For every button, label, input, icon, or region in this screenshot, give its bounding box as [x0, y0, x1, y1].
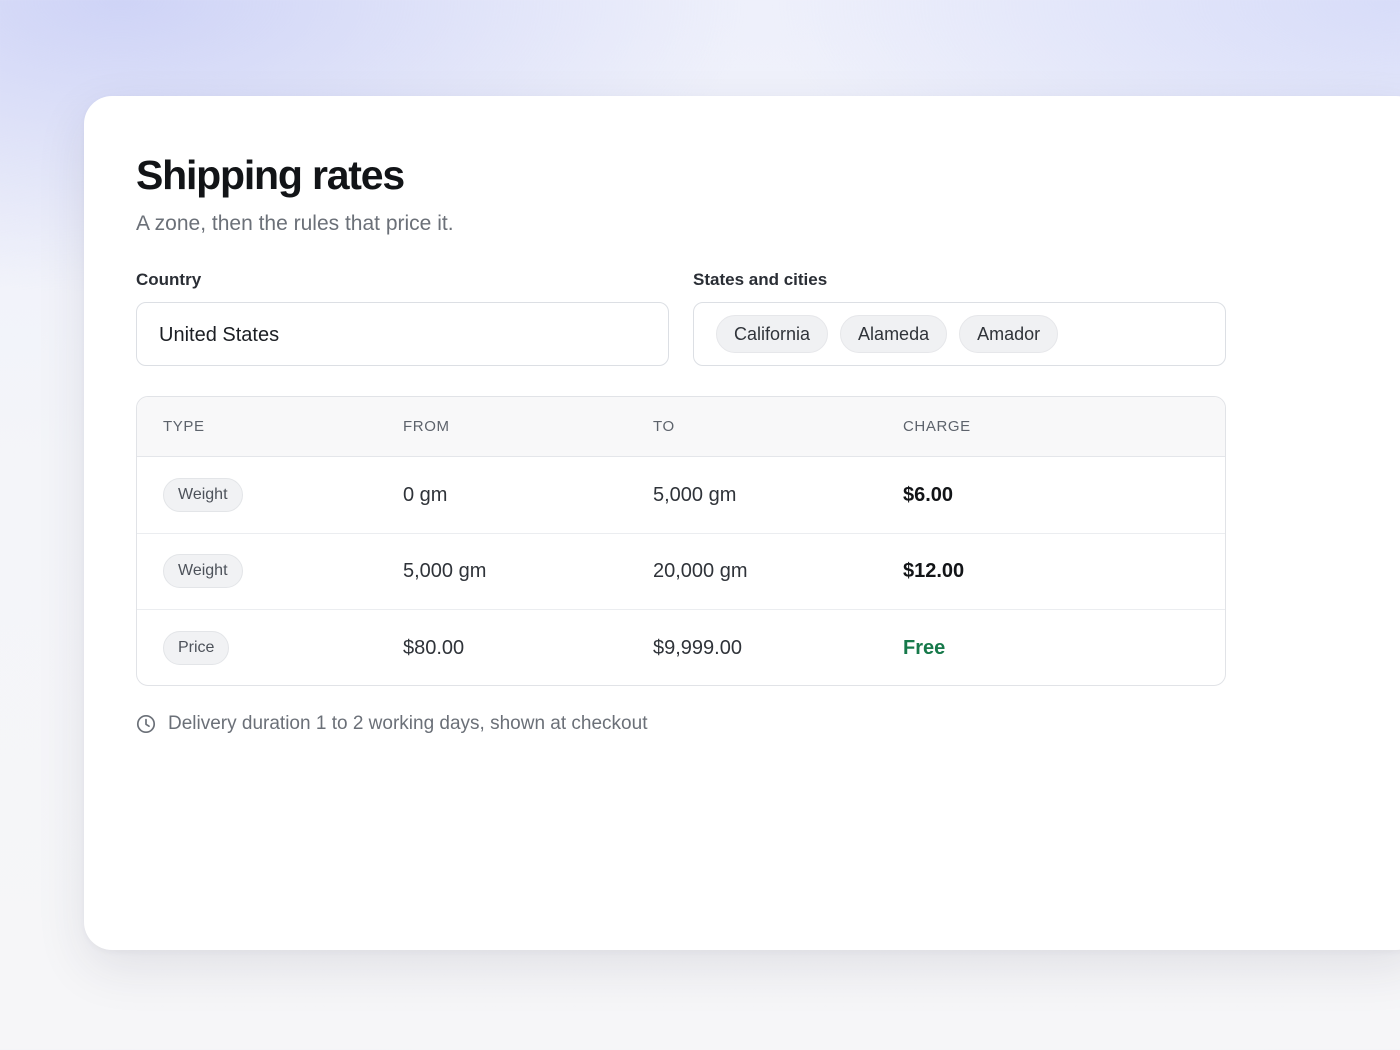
type-badge: Price [163, 631, 230, 666]
to-cell: $9,999.00 [653, 637, 742, 660]
to-cell: 5,000 gm [653, 483, 737, 506]
shipping-rates-card: Shipping rates A zone, then the rules th… [84, 96, 1400, 950]
from-cell: 0 gm [403, 483, 448, 506]
column-header-type: TYPE [163, 418, 205, 435]
charge-cell: $6.00 [903, 483, 954, 506]
charge-cell-free: Free [903, 637, 946, 660]
delivery-note: Delivery duration 1 to 2 working days, s… [136, 711, 647, 737]
page-subtitle: A zone, then the rules that price it. [136, 212, 454, 235]
to-cell: 20,000 gm [653, 560, 748, 583]
type-badge: Weight [163, 554, 243, 589]
type-badge: Weight [163, 477, 243, 512]
column-header-charge: CHARGE [903, 418, 971, 435]
state-chip-amador[interactable]: Amador [959, 315, 1059, 353]
country-value: United States [159, 324, 280, 346]
table-row[interactable]: Price $80.00 $9,999.00 Free [137, 610, 1225, 685]
table-row[interactable]: Weight 0 gm 5,000 gm $6.00 [137, 457, 1225, 534]
country-label: Country [136, 270, 202, 289]
column-header-from: FROM [403, 418, 450, 435]
from-cell: 5,000 gm [403, 560, 487, 583]
rates-table: TYPE FROM TO CHARGE Weight 0 gm 5,000 gm… [136, 396, 1226, 686]
page-title: Shipping rates [136, 152, 405, 198]
country-select[interactable]: United States [136, 302, 669, 366]
table-row[interactable]: Weight 5,000 gm 20,000 gm $12.00 [137, 534, 1225, 610]
delivery-note-text: Delivery duration 1 to 2 working days, s… [168, 713, 648, 734]
from-cell: $80.00 [403, 637, 465, 660]
states-input[interactable]: California Alameda Amador [693, 302, 1226, 366]
states-label: States and cities [693, 270, 828, 289]
state-chip-alameda[interactable]: Alameda [840, 315, 948, 353]
charge-cell: $12.00 [903, 560, 965, 583]
table-header: TYPE FROM TO CHARGE [137, 397, 1225, 457]
clock-icon [136, 714, 156, 734]
column-header-to: TO [653, 418, 675, 435]
state-chip-california[interactable]: California [716, 315, 829, 353]
